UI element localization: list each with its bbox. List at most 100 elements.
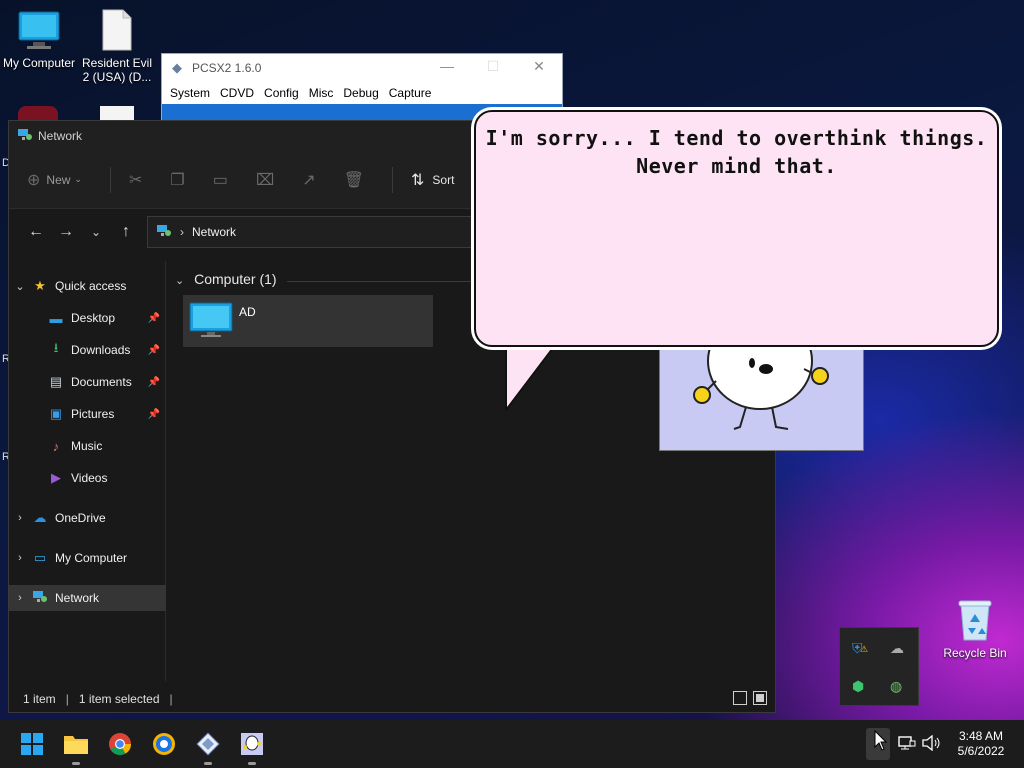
menu-misc[interactable]: Misc: [305, 86, 338, 100]
recent-locations-chevron-icon[interactable]: ⌄: [81, 225, 111, 239]
rename-button[interactable]: ⌧: [256, 170, 274, 190]
nav-item-quick-access[interactable]: ⌄ ★ Quick access: [9, 273, 166, 299]
computer-tile-ad[interactable]: AD: [183, 295, 433, 347]
pin-icon[interactable]: 📌: [148, 313, 160, 324]
taskbar-clock[interactable]: 3:48 AM 5/6/2022: [946, 729, 1016, 759]
clipboard-icon: ▭: [212, 171, 228, 189]
nav-item-label: Quick access: [55, 279, 127, 293]
copy-button[interactable]: ❐: [170, 170, 184, 190]
network-icon: [31, 590, 49, 607]
pcsx2-title: PCSX2 1.6.0: [192, 61, 262, 75]
taskbar-browser[interactable]: [148, 728, 180, 760]
sort-button[interactable]: ⇅ Sort: [411, 170, 454, 190]
pin-icon[interactable]: 📌: [148, 345, 160, 356]
new-button[interactable]: ⊕ New ⌄: [27, 170, 82, 190]
up-arrow-icon[interactable]: ↑: [111, 223, 141, 241]
command-separator: [392, 166, 393, 193]
nav-item-label: Videos: [71, 471, 108, 485]
taskbar-file-explorer[interactable]: [60, 728, 92, 765]
network-globe-icon[interactable]: ◍: [890, 678, 902, 695]
character-app-icon: [241, 733, 263, 755]
start-icon: [21, 733, 43, 755]
cut-button[interactable]: ✂: [129, 170, 142, 190]
expand-chevron-icon[interactable]: ›: [9, 592, 31, 604]
running-indicator: [204, 762, 212, 765]
expand-chevron-icon[interactable]: ›: [9, 512, 31, 524]
nav-item-label: OneDrive: [55, 511, 106, 525]
nav-item-label: Downloads: [71, 343, 131, 357]
view-toggle-group: [733, 691, 767, 705]
clock-date: 5/6/2022: [957, 744, 1005, 758]
nav-item-downloads[interactable]: ⭳ Downloads 📌: [9, 337, 166, 363]
scissors-icon: ✂: [128, 171, 143, 189]
volume-icon[interactable]: [922, 734, 942, 752]
egg-character: [693, 331, 829, 430]
menu-debug[interactable]: Debug: [339, 86, 382, 100]
close-button[interactable]: ✕: [516, 58, 562, 75]
pin-icon[interactable]: 📌: [148, 377, 160, 388]
chrome-icon: [109, 733, 131, 755]
desktop-icon-recycle-bin[interactable]: Recycle Bin: [936, 598, 1014, 660]
monitor-icon: [18, 11, 60, 49]
menu-cdvd[interactable]: CDVD: [216, 86, 258, 100]
network-status-icon[interactable]: [898, 735, 916, 751]
sort-button-label: Sort: [432, 172, 455, 187]
pin-icon[interactable]: 📌: [148, 409, 160, 420]
desktop-icon-resident-evil[interactable]: Resident Evil 2 (USA) (D...: [78, 8, 156, 84]
tiles-view-icon[interactable]: [753, 691, 767, 705]
nav-item-music[interactable]: ♪ Music: [9, 433, 166, 459]
maximize-button[interactable]: ☐: [470, 58, 516, 75]
nav-item-my-computer[interactable]: › ▭ My Computer: [9, 545, 166, 571]
minimize-button[interactable]: —: [424, 58, 470, 74]
mouse-cursor-icon: [874, 730, 888, 751]
computer-icon: ▭: [33, 550, 47, 565]
sort-icon: ⇅: [411, 171, 425, 189]
back-arrow-icon[interactable]: ←: [21, 223, 51, 241]
breadcrumb-chevron-icon[interactable]: ›: [180, 225, 184, 239]
collapse-chevron-icon[interactable]: ⌄: [175, 275, 184, 287]
speech-bubble[interactable]: I'm sorry... I tend to overthink things.…: [474, 110, 999, 347]
tray-overflow-popup: ⛨ ⚠ ☁ ⬢ ◍: [839, 627, 919, 706]
speech-line-2: Never mind that.: [636, 154, 837, 178]
taskbar-character-app[interactable]: [236, 728, 268, 765]
nav-item-pictures[interactable]: ▣ Pictures 📌: [9, 401, 166, 427]
nav-item-network[interactable]: › Network: [9, 585, 166, 611]
music-icon: ♪: [52, 438, 60, 454]
group-header-computer[interactable]: ⌄ Computer (1): [175, 271, 277, 287]
details-view-icon[interactable]: [733, 691, 747, 705]
forward-arrow-icon[interactable]: →: [51, 223, 81, 241]
menu-capture[interactable]: Capture: [385, 86, 436, 100]
status-item-count: 1 item: [23, 692, 56, 706]
collapse-chevron-icon[interactable]: ⌄: [9, 280, 31, 293]
delete-button[interactable]: 🗑: [344, 170, 364, 190]
file-icon: [102, 9, 132, 51]
download-icon: ⭳: [53, 340, 59, 355]
expand-chevron-icon[interactable]: ›: [9, 552, 31, 564]
navigation-pane: ⌄ ★ Quick access ▬ Desktop 📌 ⭳ Downloads…: [9, 261, 166, 681]
nav-item-onedrive[interactable]: › ☁ OneDrive: [9, 505, 166, 531]
nav-item-label: Pictures: [71, 407, 115, 421]
hexagon-app-icon[interactable]: ⬢: [852, 678, 864, 695]
explorer-status-bar: 1 item | 1 item selected |: [9, 686, 775, 712]
address-bar[interactable]: › Network: [147, 216, 487, 248]
taskbar-chrome[interactable]: [104, 728, 136, 760]
paste-button[interactable]: ▭: [213, 170, 228, 190]
menu-system[interactable]: System: [166, 86, 214, 100]
nav-item-documents[interactable]: ▤ Documents 📌: [9, 369, 166, 395]
onedrive-offline-icon[interactable]: ☁: [890, 640, 904, 657]
nav-item-videos[interactable]: ▶ Videos: [9, 465, 166, 491]
desktop-icon-my-computer[interactable]: My Computer: [0, 8, 78, 70]
security-warning-icon[interactable]: ⛨ ⚠: [852, 640, 868, 657]
new-button-label: New: [46, 172, 71, 187]
copy-icon: ❐: [170, 171, 185, 189]
status-divider: |: [65, 692, 69, 706]
taskbar-pcsx2[interactable]: [192, 728, 224, 765]
share-button[interactable]: ↗: [302, 170, 315, 190]
nav-item-desktop[interactable]: ▬ Desktop 📌: [9, 305, 166, 331]
pcsx2-icon: [196, 732, 220, 756]
character-window[interactable]: [659, 330, 864, 451]
breadcrumb-network[interactable]: Network: [192, 225, 236, 239]
menu-config[interactable]: Config: [260, 86, 303, 100]
tile-label: AD: [239, 305, 256, 319]
start-button[interactable]: [16, 728, 48, 760]
